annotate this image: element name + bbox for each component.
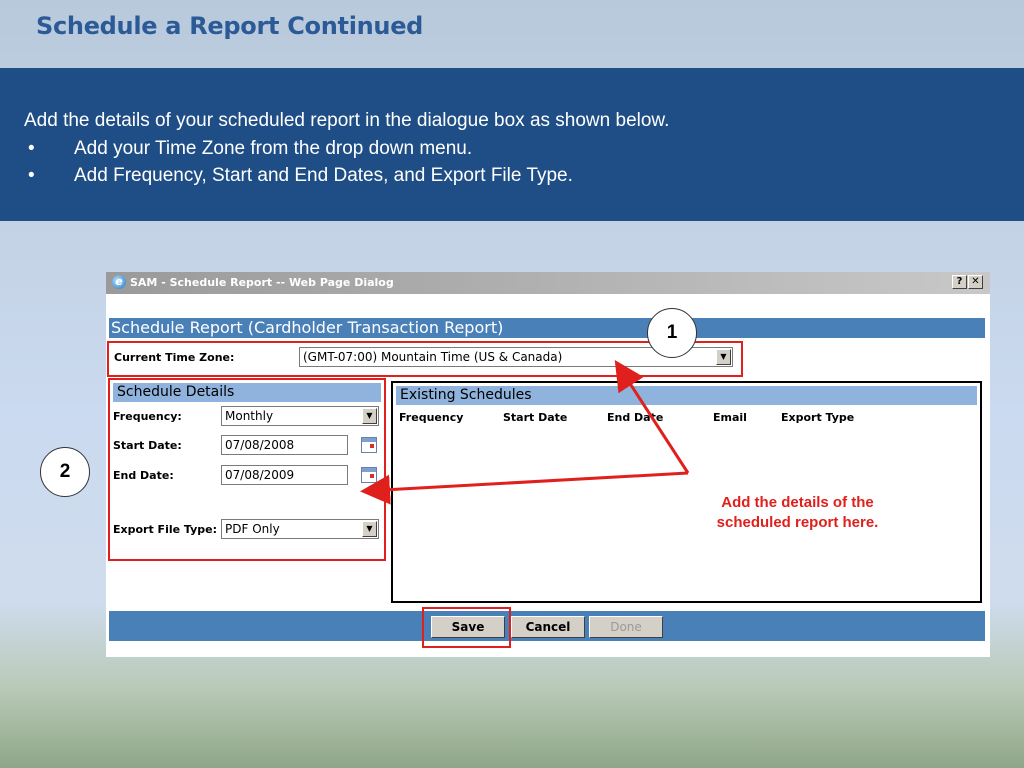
callout-text: Add the details of the scheduled report … [716, 494, 879, 531]
annotation-arrows [360, 359, 690, 505]
arrow-to-schedule-details [360, 471, 689, 505]
step-badge-2: 2 [40, 447, 90, 497]
step-badge-1: 1 [647, 308, 697, 358]
arrow-to-time-zone [614, 359, 690, 474]
